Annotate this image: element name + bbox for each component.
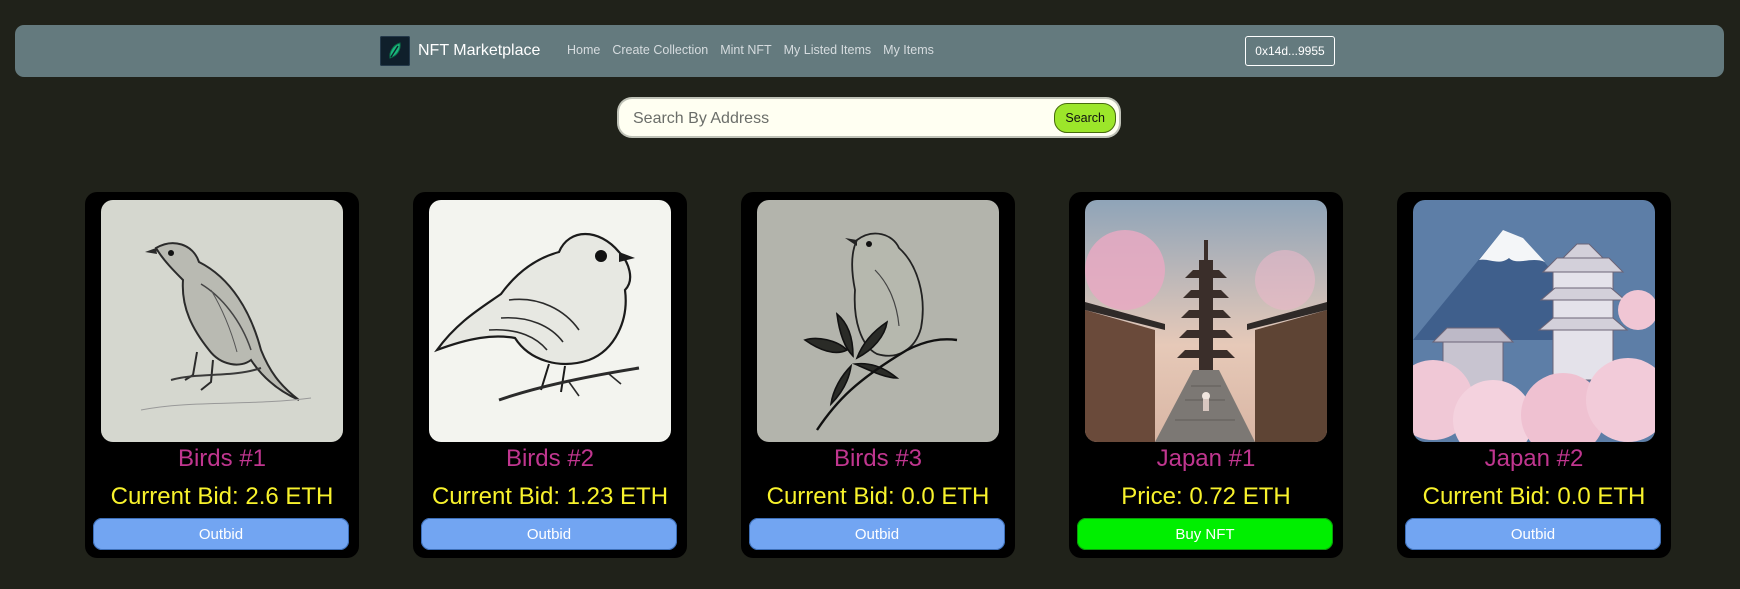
nft-card: Birds #2 Current Bid: 1.23 ETH Outbid — [413, 192, 687, 558]
nav-my-listed-items[interactable]: My Listed Items — [784, 41, 872, 59]
outbid-button[interactable]: Outbid — [421, 518, 677, 550]
nav-mint-nft[interactable]: Mint NFT — [720, 41, 771, 59]
brand-name: NFT Marketplace — [418, 42, 541, 59]
nft-title: Birds #3 — [833, 445, 923, 472]
nft-price: Current Bid: 0.0 ETH — [766, 483, 990, 510]
nft-card: Birds #1 Current Bid: 2.6 ETH Outbid — [85, 192, 359, 558]
bird-sketch-image[interactable] — [757, 200, 999, 442]
nav-links: Home Create Collection Mint NFT My Liste… — [567, 41, 934, 59]
nft-price: Current Bid: 0.0 ETH — [1422, 483, 1646, 510]
nav-create-collection[interactable]: Create Collection — [612, 41, 708, 59]
japan-castle-image[interactable] — [1413, 200, 1655, 442]
nft-price: Current Bid: 2.6 ETH — [110, 483, 334, 510]
search-input[interactable] — [631, 99, 1035, 138]
nft-price: Price: 0.72 ETH — [1121, 483, 1291, 510]
nav-home[interactable]: Home — [567, 41, 600, 59]
nft-price: Current Bid: 1.23 ETH — [431, 483, 669, 510]
nft-card: Birds #3 Current Bid: 0.0 ETH Outbid — [741, 192, 1015, 558]
buy-nft-button[interactable]: Buy NFT — [1077, 518, 1333, 550]
nft-title: Japan #2 — [1484, 445, 1584, 472]
outbid-button[interactable]: Outbid — [1405, 518, 1661, 550]
nft-title: Birds #1 — [177, 445, 267, 472]
outbid-button[interactable]: Outbid — [749, 518, 1005, 550]
nft-title: Japan #1 — [1156, 445, 1256, 472]
search-bar: Search — [619, 99, 1119, 138]
search-button[interactable]: Search — [1054, 103, 1116, 133]
bird-sketch-image[interactable] — [101, 200, 343, 442]
leaf-icon — [380, 36, 410, 66]
brand[interactable]: NFT Marketplace — [380, 35, 540, 67]
bird-sketch-image[interactable] — [429, 200, 671, 442]
outbid-button[interactable]: Outbid — [93, 518, 349, 550]
nft-card: Japan #2 Current Bid: 0.0 ETH Outbid — [1397, 192, 1671, 558]
wallet-address-button[interactable]: 0x14d...9955 — [1245, 36, 1335, 66]
nft-title: Birds #2 — [505, 445, 595, 472]
nav-my-items[interactable]: My Items — [883, 41, 934, 59]
navbar: NFT Marketplace Home Create Collection M… — [15, 25, 1724, 77]
japan-street-image[interactable] — [1085, 200, 1327, 442]
nft-card: Japan #1 Price: 0.72 ETH Buy NFT — [1069, 192, 1343, 558]
